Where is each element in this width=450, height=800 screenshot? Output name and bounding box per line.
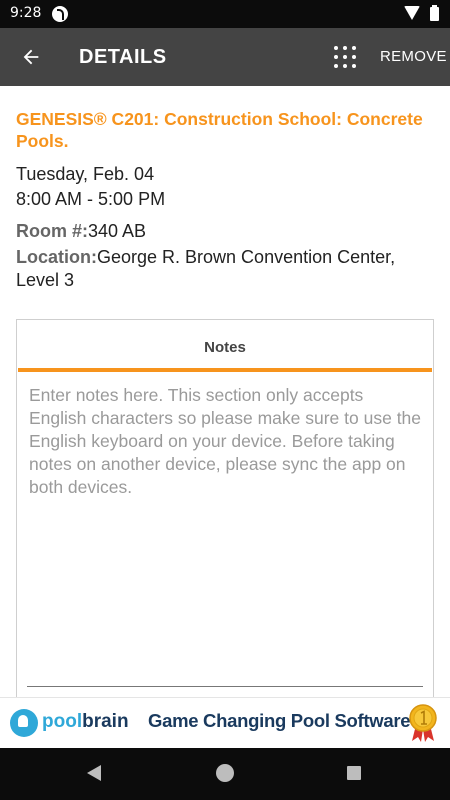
notes-input[interactable]	[29, 384, 421, 674]
ad-banner[interactable]: poolbrain Game Changing Pool Software	[0, 697, 450, 747]
back-arrow-icon[interactable]	[20, 46, 42, 68]
event-title: GENESIS® C201: Construction School: Conc…	[16, 109, 423, 151]
poolbrain-logo-icon	[10, 709, 38, 737]
notes-card: Notes	[16, 319, 434, 709]
ad-brand-brain: brain	[82, 711, 129, 732]
location-label: Location:	[16, 247, 97, 267]
nav-home-icon[interactable]	[216, 764, 234, 782]
notes-header: Notes	[204, 339, 246, 356]
ad-brand: poolbrain	[42, 711, 129, 733]
ad-headline: Game Changing Pool Software	[148, 710, 411, 731]
room-value: 340 AB	[88, 221, 147, 241]
status-time: 9:28	[10, 5, 42, 21]
nav-back-icon[interactable]	[87, 765, 101, 781]
status-bar: 9:28	[0, 0, 450, 28]
location-info: Location:George R. Brown Convention Cent…	[16, 246, 436, 292]
notes-accent-bar	[18, 368, 432, 372]
page-title: DETAILS	[79, 46, 167, 68]
nav-recents-icon[interactable]	[347, 766, 361, 780]
room-label: Room #:	[16, 221, 88, 241]
room-info: Room #:340 AB	[16, 219, 146, 243]
event-date: Tuesday, Feb. 04	[16, 164, 155, 184]
remove-button[interactable]: REMOVE	[380, 48, 447, 65]
ad-brand-pool: pool	[42, 711, 83, 732]
app-notification-icon	[52, 6, 68, 22]
notes-input-underline	[27, 686, 423, 687]
battery-icon	[430, 5, 439, 21]
wifi-icon	[404, 6, 420, 20]
award-medal-icon	[409, 704, 437, 742]
grid-menu-icon[interactable]	[332, 44, 358, 70]
app-bar: DETAILS REMOVE	[0, 28, 450, 86]
event-time: 8:00 AM - 5:00 PM	[16, 189, 166, 209]
system-nav-bar	[0, 748, 450, 800]
